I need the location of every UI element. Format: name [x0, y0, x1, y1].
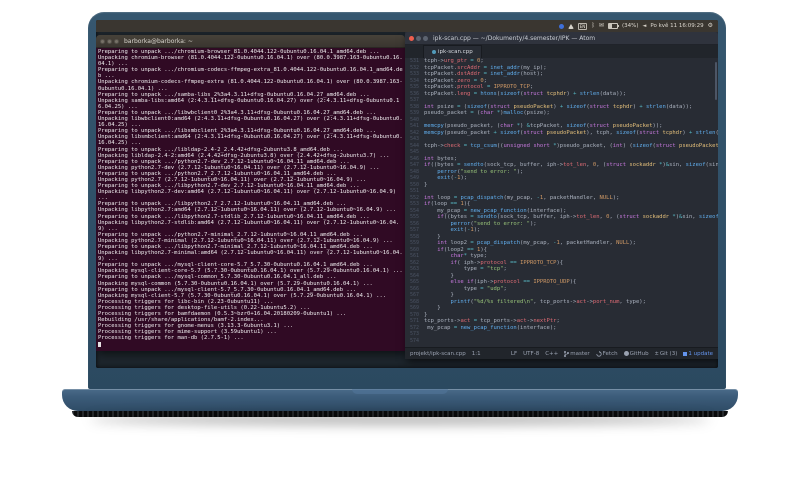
editor-scrollbar[interactable]: [715, 62, 717, 100]
terminal-line: Unpacking libpython2.7-stdlib:amd64 (2.7…: [98, 219, 400, 232]
close-icon[interactable]: [409, 35, 414, 41]
line-number: 574: [409, 337, 419, 344]
session-gear-icon[interactable]: ⚙: [708, 23, 713, 29]
terminal-titlebar[interactable]: barborka@barborka: ~: [96, 35, 405, 48]
clock[interactable]: Po kvě 11 16:09:29: [650, 23, 703, 29]
terminal-line: Unpacking libpython2.7-minimal:amd64 (2.…: [98, 250, 403, 263]
volume-icon[interactable]: ◄: [642, 23, 646, 29]
tab-label: ipk-scan.cpp: [438, 49, 473, 55]
terminal-line: Unpacking chromium-codecs-ffmpeg-extra (…: [98, 79, 403, 92]
terminal-line: Unpacking mysql-common (5.7.30-0ubuntu0.…: [98, 280, 373, 287]
atom-window: ipk-scan.cpp — ~/Dokumenty/4.semester/IP…: [405, 32, 718, 359]
laptop-bezel: EN ᛒ ✉ (34%) ◄ Po kvě 11 16:09:29 ⚙ barb…: [88, 12, 726, 389]
minimize-icon[interactable]: [416, 35, 421, 41]
terminal-line: Unpacking samba-libs:amd64 (2:4.3.11+dfs…: [98, 97, 400, 110]
atom-titlebar[interactable]: ipk-scan.cpp — ~/Dokumenty/4.semester/IP…: [405, 32, 718, 45]
terminal-prompt-line: [98, 341, 403, 349]
terminal-line: Unpacking libsmbclient:amd64 (2:4.3.11+d…: [98, 134, 403, 147]
terminal-line: Unpacking libpython2.7-dev:amd64 (2.7.12…: [98, 189, 400, 202]
status-github[interactable]: GitHub: [623, 351, 649, 357]
status-encoding[interactable]: UTF-8: [523, 351, 539, 357]
laptop-screen: EN ᛒ ✉ (34%) ◄ Po kvě 11 16:09:29 ⚙ barb…: [96, 20, 718, 368]
bluetooth-icon[interactable]: ᛒ: [591, 23, 595, 29]
battery-percentage: (34%): [621, 23, 639, 29]
github-icon: [623, 351, 629, 356]
terminal-line: Preparing to unpack .../chromium-codecs-…: [98, 67, 403, 80]
code-line: tcph->check = tcp_csum((unsigned short *…: [424, 142, 718, 149]
sync-icon: [596, 350, 602, 357]
status-line-ending[interactable]: LF: [511, 351, 517, 357]
git-plusminus-icon: ±: [654, 350, 659, 357]
minimize-icon[interactable]: [107, 38, 112, 44]
status-grammar[interactable]: C++: [545, 351, 558, 357]
status-fetch[interactable]: Fetch: [596, 350, 618, 357]
status-updates[interactable]: 1 update: [683, 351, 713, 357]
code-line: memcpy(pseudo_packet + sizeof(struct pse…: [424, 129, 718, 136]
mail-icon[interactable]: ✉: [599, 23, 604, 29]
code-editor[interactable]: 531 532 533 534 535 536 537 538 539 540 541 542 543 5…: [405, 58, 718, 347]
close-icon[interactable]: [100, 38, 105, 44]
keyboard-layout-indicator[interactable]: EN: [577, 22, 588, 30]
terminal-line: Unpacking libwbclient0:amd64 (2:4.3.11+d…: [98, 116, 403, 129]
atom-tab-bar: ipk-scan.cpp: [405, 45, 718, 58]
status-cursor-position[interactable]: 1:1: [472, 351, 481, 357]
status-git-changes[interactable]: ± Git (3): [655, 351, 678, 357]
laptop-shadow: [90, 414, 710, 424]
editor-code[interactable]: tcph->urg_ptr = 0; tcpPacket.srcAddr = in…: [422, 58, 718, 347]
terminal-line: Preparing to unpack .../libpython2.7-std…: [98, 213, 370, 220]
terminal-line: Preparing to unpack .../python2.7-minima…: [98, 231, 363, 238]
terminal-line: Unpacking python2.7-dev (2.7.12-1ubuntu0…: [98, 164, 380, 171]
bluetooth-manager-icon[interactable]: [558, 23, 564, 29]
terminal-title: barborka@barborka: ~: [124, 37, 193, 45]
wifi-icon[interactable]: [567, 23, 574, 29]
battery-icon[interactable]: [607, 23, 619, 29]
laptop-mockup: EN ᛒ ✉ (34%) ◄ Po kvě 11 16:09:29 ⚙ barb…: [0, 0, 800, 477]
terminal-line: Unpacking mysql-client-5.7 (5.7.30-0ubun…: [98, 292, 387, 299]
status-file-path[interactable]: projekt/ipk-scan.cpp: [410, 351, 466, 357]
terminal-cursor: [98, 341, 101, 347]
editor-gutter: 531 532 533 534 535 536 537 538 539 540 541 542 543 5…: [405, 58, 422, 347]
terminal-line: Preparing to unpack .../samba-libs_2%3a4…: [98, 91, 370, 98]
terminal-line: Unpacking chromium-browser (81.0.4044.12…: [98, 55, 403, 68]
maximize-icon[interactable]: [114, 38, 119, 44]
terminal-line: Unpacking libpython2.7:amd64 (2.7.12-1ub…: [98, 207, 397, 214]
package-icon: [683, 351, 688, 356]
cpp-file-icon: [432, 50, 436, 54]
tab-ipk-scan-cpp[interactable]: ipk-scan.cpp: [423, 45, 482, 58]
ubuntu-top-panel: EN ᛒ ✉ (34%) ◄ Po kvě 11 16:09:29 ⚙: [96, 20, 718, 32]
git-branch-icon: [564, 350, 570, 357]
status-git-branch[interactable]: master: [564, 350, 590, 357]
atom-window-title: ipk-scan.cpp — ~/Dokumenty/4.semester/IP…: [433, 34, 596, 42]
terminal-window: barborka@barborka: ~ Preparing to unpack…: [96, 35, 405, 351]
laptop-base: [62, 389, 738, 411]
atom-status-bar: projekt/ipk-scan.cpp 1:1 LF UTF-8 C++ ma…: [405, 347, 718, 359]
terminal-line: Unpacking libldap-2.4-2:amd64 (2.4.42+df…: [98, 152, 390, 159]
maximize-icon[interactable]: [423, 35, 428, 41]
terminal-output[interactable]: Preparing to unpack .../chromium-browser…: [96, 48, 405, 351]
